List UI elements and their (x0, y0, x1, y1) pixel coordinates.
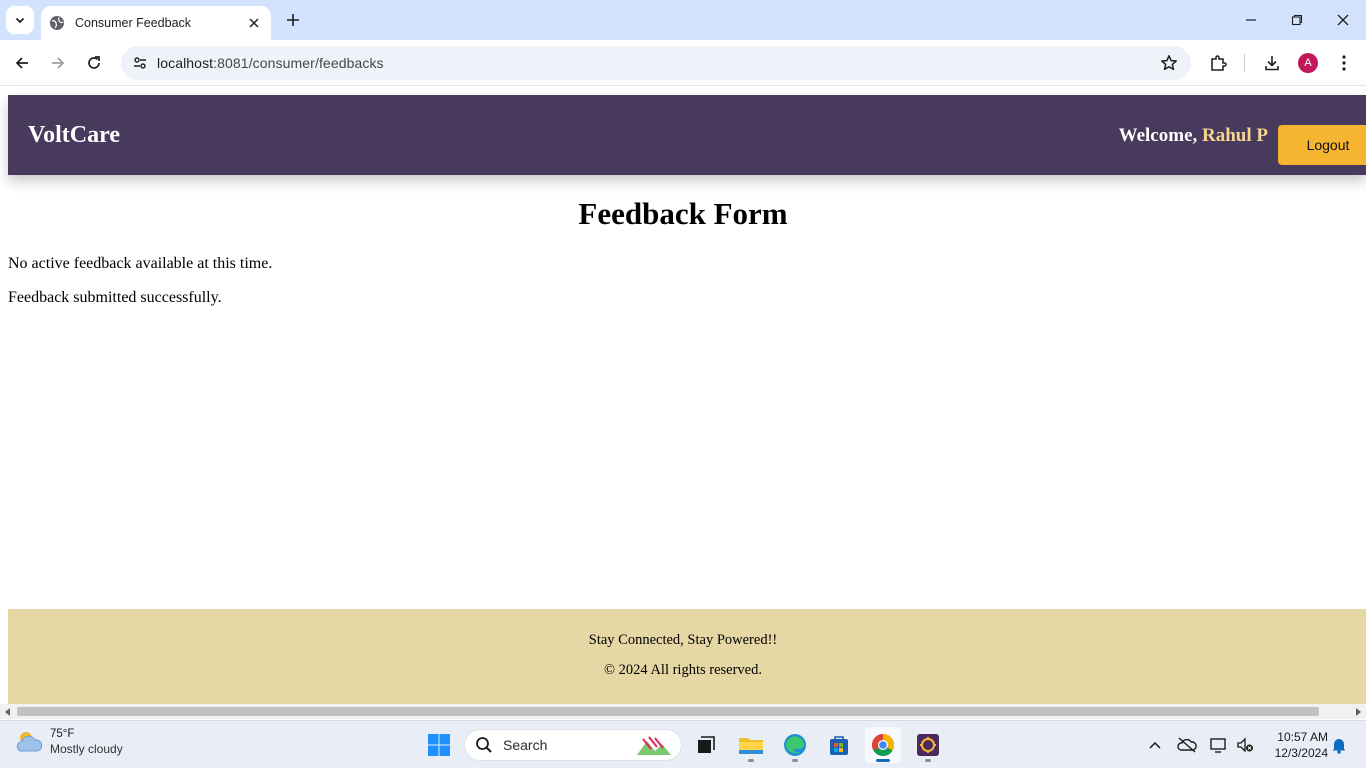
taskbar-app[interactable] (910, 727, 946, 763)
site-header: VoltCare Welcome, Rahul P Logout (8, 95, 1366, 175)
footer-copyright: © 2024 All rights reserved. (603, 662, 762, 678)
weather-temperature: 75°F (50, 728, 75, 740)
forward-arrow-icon (52, 57, 65, 69)
url-path: :8081/consumer/feedbacks (213, 55, 384, 71)
scroll-right-icon[interactable] (1352, 706, 1364, 717)
extensions-icon[interactable] (1207, 52, 1229, 74)
show-hidden-icons-icon[interactable] (1145, 735, 1165, 755)
bookmark-star-icon[interactable] (1159, 53, 1179, 73)
new-tab-button[interactable] (281, 8, 305, 32)
success-message: Feedback submitted successfully. (8, 289, 222, 306)
clock-time: 10:57 AM (1277, 730, 1328, 744)
no-feedback-message: No active feedback available at this tim… (8, 255, 273, 272)
app-icon (917, 734, 939, 756)
restore-icon (1291, 14, 1303, 26)
taskbar-file-explorer[interactable] (733, 727, 769, 763)
horizontal-scrollbar[interactable] (0, 704, 1366, 719)
taskbar-edge[interactable] (777, 727, 813, 763)
weather-widget[interactable]: 75°F Mostly cloudy (14, 727, 123, 757)
page-title: Feedback Form (578, 196, 788, 231)
downloads-icon[interactable] (1261, 52, 1283, 74)
chrome-icon (872, 734, 894, 756)
close-window-button[interactable] (1328, 6, 1358, 34)
windows-start-icon (428, 734, 450, 756)
minimize-button[interactable] (1236, 6, 1266, 34)
scrollbar-thumb[interactable] (17, 707, 1319, 716)
notification-bell-icon[interactable] (1329, 735, 1349, 755)
browser-toolbar: localhost:8081/consumer/feedbacks (0, 40, 1366, 86)
tab-search-button[interactable] (6, 6, 34, 34)
globe-icon (49, 15, 65, 31)
reload-button[interactable] (80, 49, 108, 77)
browser-tab[interactable]: Consumer Feedback (41, 6, 271, 40)
search-label: Search (503, 737, 548, 753)
weather-description: Mostly cloudy (50, 742, 123, 756)
running-indicator (925, 759, 931, 762)
forward-button[interactable] (44, 49, 72, 77)
search-highlight-icon (637, 736, 671, 755)
brand-logo-text[interactable]: VoltCare (28, 122, 120, 149)
toolbar-divider (1244, 54, 1245, 72)
minimize-icon (1246, 19, 1256, 21)
welcome-message: Welcome, Rahul P (1119, 125, 1268, 147)
profile-avatar[interactable]: A (1298, 53, 1318, 73)
close-tab-icon[interactable] (245, 14, 263, 32)
onedrive-offline-icon[interactable] (1177, 735, 1197, 755)
reload-icon (88, 56, 100, 69)
task-view-icon (698, 736, 715, 753)
search-icon (476, 737, 492, 753)
file-explorer-icon (739, 738, 763, 754)
site-info-icon[interactable] (129, 52, 151, 74)
footer-tagline: Stay Connected, Stay Powered!! (588, 632, 778, 648)
site-footer (8, 609, 1366, 704)
volume-muted-icon[interactable] (1235, 735, 1255, 755)
taskbar: 75°F Mostly cloudy Search 10:57 AM 12/3/… (0, 720, 1366, 768)
running-indicator (792, 759, 798, 762)
taskbar-task-view[interactable] (688, 727, 724, 763)
system-clock[interactable]: 10:57 AM 12/3/2024 (1262, 729, 1328, 761)
running-indicator (748, 759, 754, 762)
clock-date: 12/3/2024 (1274, 746, 1328, 760)
chevron-down-icon (15, 17, 25, 24)
store-icon (830, 736, 848, 755)
active-indicator (876, 759, 890, 762)
logout-button[interactable]: Logout (1278, 125, 1366, 165)
taskbar-search[interactable]: Search (464, 729, 682, 761)
tab-title: Consumer Feedback (75, 16, 192, 30)
url-host: localhost (157, 55, 214, 71)
address-bar[interactable]: localhost:8081/consumer/feedbacks (121, 46, 1191, 80)
taskbar-chrome[interactable] (865, 727, 901, 763)
edge-icon (784, 734, 806, 756)
back-button[interactable] (8, 49, 36, 77)
network-icon[interactable] (1209, 735, 1229, 755)
close-icon (1337, 14, 1349, 26)
back-arrow-icon (15, 57, 28, 69)
browser-tab-bar: Consumer Feedback (0, 0, 1366, 40)
more-menu-icon[interactable] (1333, 52, 1355, 74)
plus-icon (287, 14, 299, 26)
restore-button[interactable] (1282, 6, 1312, 34)
start-button[interactable] (421, 727, 457, 763)
welcome-prefix: Welcome, (1118, 125, 1202, 146)
cloudy-weather-icon (16, 732, 43, 752)
url-text: localhost:8081/consumer/feedbacks (157, 55, 384, 71)
scroll-left-icon[interactable] (2, 706, 14, 717)
username: Rahul P (1202, 125, 1268, 146)
taskbar-store[interactable] (821, 727, 857, 763)
